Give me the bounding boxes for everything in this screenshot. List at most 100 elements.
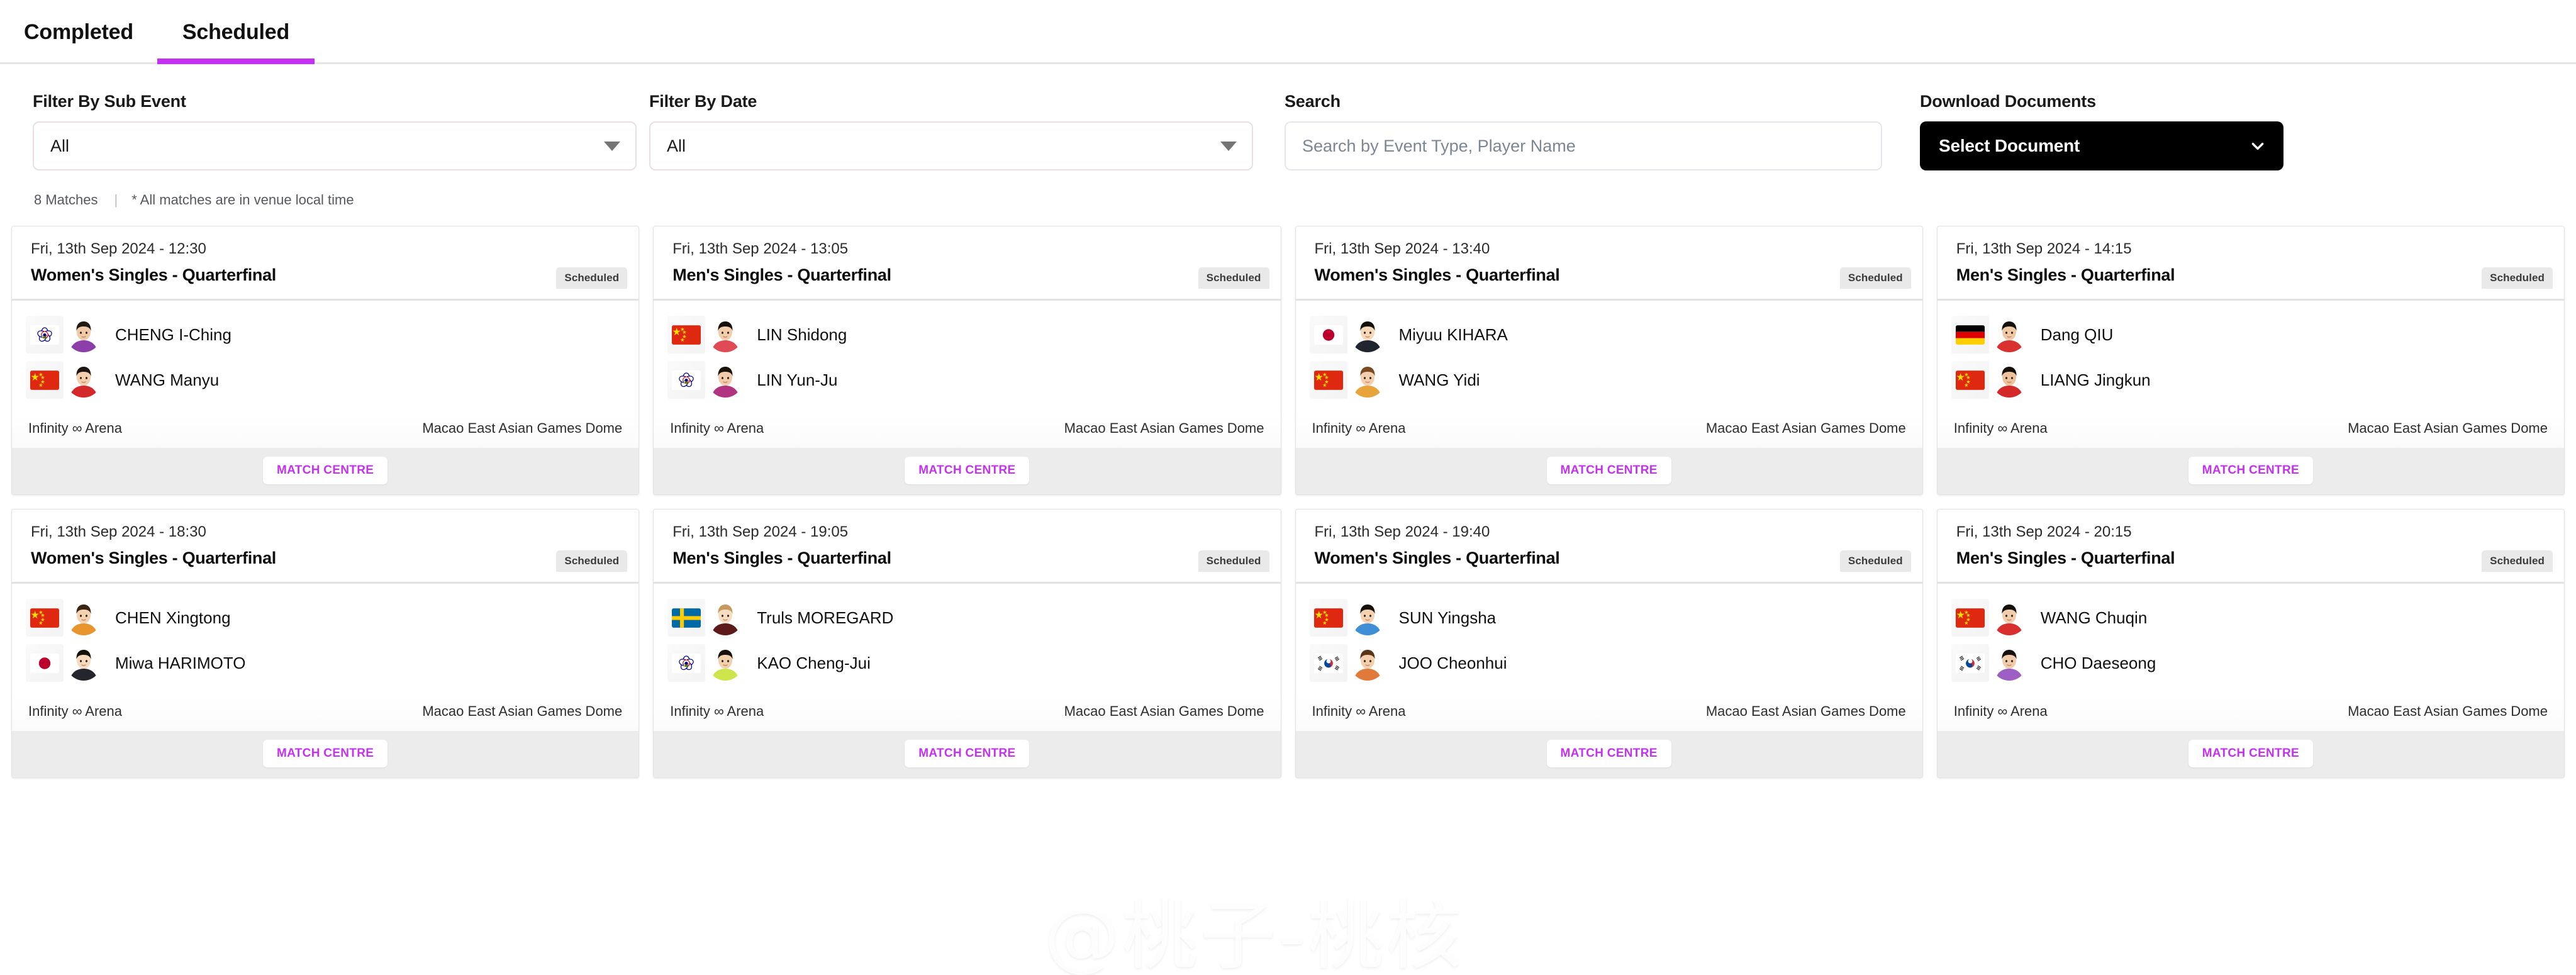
match-card-header: Fri, 13th Sep 2024 - 14:15 Men's Singles… bbox=[1938, 226, 2564, 299]
venue-row: Infinity ∞ Arena Macao East Asian Games … bbox=[654, 411, 1281, 448]
flag-icon-tpe bbox=[667, 361, 706, 399]
venue-row: Infinity ∞ Arena Macao East Asian Games … bbox=[1937, 411, 2564, 448]
match-centre-button[interactable]: MATCH CENTRE bbox=[2188, 457, 2313, 484]
match-date-time: Fri, 13th Sep 2024 - 18:30 bbox=[31, 523, 206, 540]
match-centre-button[interactable]: MATCH CENTRE bbox=[263, 457, 388, 484]
filter-bar: Filter By Sub Event All Filter By Date A… bbox=[0, 64, 2576, 170]
select-document-button[interactable]: Select Document bbox=[1920, 121, 2283, 170]
player-name: WANG Yidi bbox=[1398, 370, 1480, 389]
flag-icon-swe bbox=[667, 599, 706, 637]
tab-scheduled[interactable]: Scheduled bbox=[157, 20, 315, 64]
player-avatar bbox=[1991, 645, 2027, 681]
match-centre-button[interactable]: MATCH CENTRE bbox=[1546, 740, 1671, 767]
player-name: CHEN Xingtong bbox=[115, 608, 231, 627]
player-row: LIN Yun-Ju bbox=[654, 357, 1280, 403]
player-avatar bbox=[1349, 317, 1385, 352]
match-centre-button[interactable]: MATCH CENTRE bbox=[905, 740, 1030, 767]
player-avatar bbox=[1991, 362, 2027, 398]
match-card[interactable]: Fri, 13th Sep 2024 - 13:40 Women's Singl… bbox=[1295, 226, 1923, 495]
match-centre-button[interactable]: MATCH CENTRE bbox=[905, 457, 1030, 484]
player-avatar bbox=[1349, 362, 1385, 398]
flag-icon-chn bbox=[667, 316, 706, 354]
match-title: Men's Singles - Quarterfinal bbox=[1956, 265, 2175, 284]
flag-icon-kor bbox=[1951, 644, 1989, 682]
player-avatar bbox=[66, 645, 101, 681]
player-row: WANG Chuqin bbox=[1938, 595, 2564, 640]
flag-icon-chn bbox=[1951, 599, 1989, 637]
match-card-grid: Fri, 13th Sep 2024 - 12:30 Women's Singl… bbox=[0, 208, 2576, 792]
filter-sub-event-group: Filter By Sub Event All bbox=[33, 92, 649, 170]
match-card-footer: MATCH CENTRE bbox=[1937, 731, 2564, 777]
filter-sub-event-select[interactable]: All bbox=[33, 121, 637, 170]
match-card-footer: MATCH CENTRE bbox=[1937, 448, 2564, 494]
player-row: Dang QIU bbox=[1938, 312, 2564, 357]
match-date-time: Fri, 13th Sep 2024 - 14:15 bbox=[1956, 240, 2132, 257]
player-avatar bbox=[66, 362, 101, 398]
player-name: WANG Chuqin bbox=[2040, 608, 2148, 627]
match-card[interactable]: Fri, 13th Sep 2024 - 20:15 Men's Singles… bbox=[1936, 509, 2565, 778]
match-card[interactable]: Fri, 13th Sep 2024 - 18:30 Women's Singl… bbox=[11, 509, 640, 778]
match-card-footer: MATCH CENTRE bbox=[12, 731, 639, 777]
venue-name: Infinity ∞ Arena bbox=[1312, 420, 1406, 436]
match-card-header: Fri, 13th Sep 2024 - 13:05 Men's Singles… bbox=[654, 226, 1280, 299]
match-centre-button[interactable]: MATCH CENTRE bbox=[2188, 740, 2313, 767]
arena-name: Macao East Asian Games Dome bbox=[2348, 703, 2548, 719]
status-badge: Scheduled bbox=[2482, 267, 2553, 289]
filter-sub-event-value: All bbox=[50, 136, 70, 155]
player-name: Miwa HARIMOTO bbox=[115, 653, 246, 672]
match-title: Men's Singles - Quarterfinal bbox=[672, 549, 891, 567]
flag-icon-jpn bbox=[26, 644, 64, 682]
venue-name: Infinity ∞ Arena bbox=[670, 420, 764, 436]
venue-name: Infinity ∞ Arena bbox=[28, 703, 122, 719]
chevron-down-icon bbox=[604, 141, 620, 151]
flag-icon-tpe bbox=[667, 644, 706, 682]
arena-name: Macao East Asian Games Dome bbox=[422, 703, 623, 719]
venue-row: Infinity ∞ Arena Macao East Asian Games … bbox=[12, 411, 639, 448]
match-card-header: Fri, 13th Sep 2024 - 13:40 Women's Singl… bbox=[1296, 226, 1922, 299]
flag-icon-tpe bbox=[26, 316, 64, 354]
status-badge: Scheduled bbox=[1839, 550, 1911, 572]
venue-row: Infinity ∞ Arena Macao East Asian Games … bbox=[654, 694, 1281, 731]
match-card[interactable]: Fri, 13th Sep 2024 - 19:40 Women's Singl… bbox=[1295, 509, 1923, 778]
download-documents-label: Download Documents bbox=[1920, 92, 2096, 111]
status-badge: Scheduled bbox=[556, 550, 628, 572]
venue-name: Infinity ∞ Arena bbox=[1953, 703, 2048, 719]
match-card-footer: MATCH CENTRE bbox=[1295, 731, 1922, 777]
match-card[interactable]: Fri, 13th Sep 2024 - 12:30 Women's Singl… bbox=[11, 226, 640, 495]
match-card-footer: MATCH CENTRE bbox=[1295, 448, 1922, 494]
player-list: CHENG I-Ching WANG Manyu bbox=[12, 301, 639, 411]
status-badge: Scheduled bbox=[1198, 267, 1269, 289]
match-card-header: Fri, 13th Sep 2024 - 19:05 Men's Singles… bbox=[654, 510, 1280, 582]
player-avatar bbox=[708, 600, 744, 635]
status-badge: Scheduled bbox=[556, 267, 628, 289]
player-row: JOO Cheonhui bbox=[1296, 640, 1922, 686]
player-row: CHEN Xingtong bbox=[12, 595, 638, 640]
player-list: SUN Yingsha JOO Cheonhui bbox=[1295, 584, 1922, 694]
match-centre-button[interactable]: MATCH CENTRE bbox=[263, 740, 388, 767]
player-avatar bbox=[1991, 317, 2027, 352]
match-date-time: Fri, 13th Sep 2024 - 13:05 bbox=[672, 240, 849, 257]
player-list: Miyuu KIHARA WANG Yidi bbox=[1295, 301, 1922, 411]
match-title: Men's Singles - Quarterfinal bbox=[672, 265, 891, 284]
venue-name: Infinity ∞ Arena bbox=[1953, 420, 2048, 436]
match-card[interactable]: Fri, 13th Sep 2024 - 14:15 Men's Singles… bbox=[1936, 226, 2565, 495]
search-input[interactable] bbox=[1285, 121, 1882, 170]
player-name: WANG Manyu bbox=[115, 370, 220, 389]
venue-row: Infinity ∞ Arena Macao East Asian Games … bbox=[1937, 694, 2564, 731]
search-label: Search bbox=[1285, 92, 1341, 111]
filter-date-select[interactable]: All bbox=[649, 121, 1253, 170]
player-name: KAO Cheng-Jui bbox=[757, 653, 871, 672]
flag-icon-chn bbox=[26, 599, 64, 637]
match-card[interactable]: Fri, 13th Sep 2024 - 19:05 Men's Singles… bbox=[653, 509, 1281, 778]
chevron-down-icon bbox=[1220, 141, 1237, 151]
match-count-bar: 8 Matches | * All matches are in venue l… bbox=[0, 170, 2576, 208]
flag-icon-chn bbox=[26, 361, 64, 399]
match-card-footer: MATCH CENTRE bbox=[12, 448, 639, 494]
match-card[interactable]: Fri, 13th Sep 2024 - 13:05 Men's Singles… bbox=[653, 226, 1281, 495]
player-row: Miwa HARIMOTO bbox=[12, 640, 638, 686]
search-group: Search bbox=[1285, 92, 1920, 170]
player-avatar bbox=[1349, 600, 1385, 635]
match-centre-button[interactable]: MATCH CENTRE bbox=[1546, 457, 1671, 484]
tab-completed[interactable]: Completed bbox=[0, 20, 157, 62]
player-row: Miyuu KIHARA bbox=[1296, 312, 1922, 357]
